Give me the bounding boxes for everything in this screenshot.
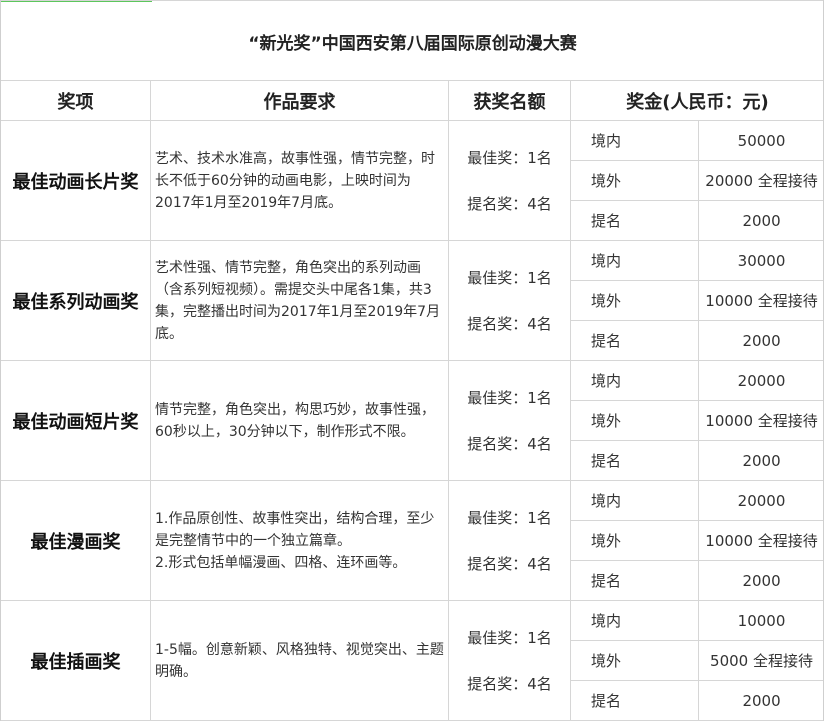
page-frame bbox=[0, 0, 824, 721]
